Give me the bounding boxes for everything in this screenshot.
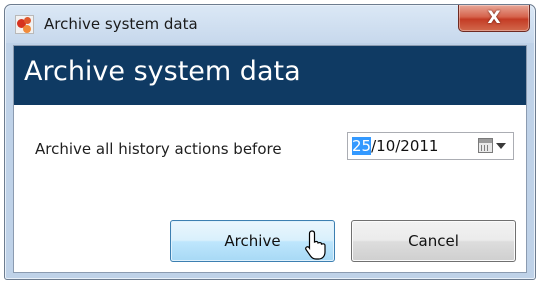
window-title: Archive system data	[44, 15, 198, 33]
dialog-window: Archive system data X Archive system dat…	[4, 4, 536, 280]
pointer-cursor-icon	[305, 230, 326, 260]
date-day-selected[interactable]: 25	[352, 137, 372, 155]
header-banner: Archive system data	[14, 46, 526, 105]
dialog-content: Archive system data Archive all history …	[13, 45, 527, 273]
app-icon	[15, 15, 34, 34]
close-icon: X	[487, 8, 501, 28]
archive-date-picker[interactable]: 25/10/2011	[347, 132, 514, 160]
cancel-button[interactable]: Cancel	[351, 220, 516, 262]
date-value[interactable]: 25/10/2011	[352, 137, 438, 155]
banner-title: Archive system data	[24, 56, 301, 87]
archive-before-label: Archive all history actions before	[35, 140, 282, 158]
calendar-dropdown-button[interactable]	[475, 136, 511, 156]
date-rest: /10/2011	[371, 137, 439, 155]
title-bar[interactable]: Archive system data X	[5, 5, 535, 45]
chevron-down-icon	[496, 143, 506, 149]
calendar-icon	[478, 138, 493, 153]
close-button[interactable]: X	[458, 5, 530, 32]
